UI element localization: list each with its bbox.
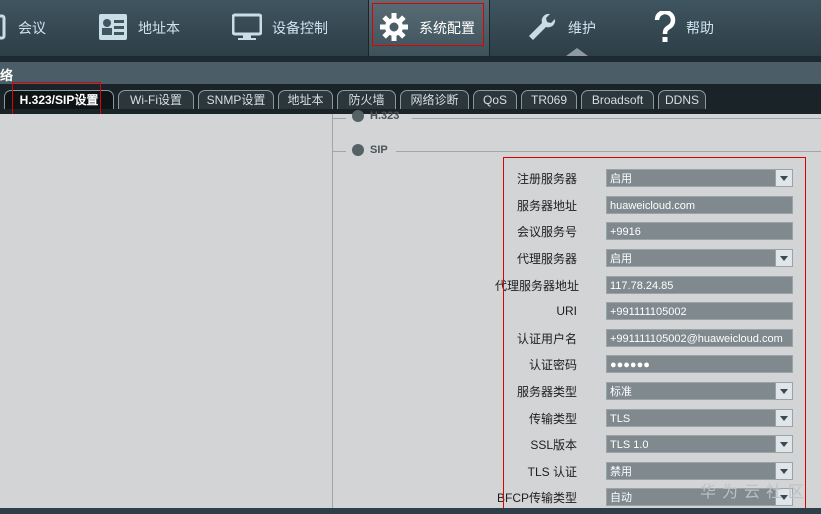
meeting-icon: [0, 14, 8, 43]
wrench-icon: [526, 11, 558, 46]
content-divider: [332, 114, 333, 508]
sip-section-border: [396, 151, 821, 152]
nav-pointer-icon: [566, 48, 588, 56]
highlight-frame-nav: [372, 3, 484, 46]
nav-help[interactable]: 帮助: [654, 0, 734, 56]
nav-label: 会议: [18, 20, 46, 36]
sip-section-legend[interactable]: SIP: [352, 144, 388, 156]
bottom-bar: [0, 508, 821, 514]
sip-section-border: [332, 151, 346, 152]
tab-label: DDNS: [664, 93, 699, 107]
tab-tr069[interactable]: TR069: [521, 90, 577, 109]
tab-address-book[interactable]: 地址本: [278, 90, 333, 109]
help-icon: [654, 9, 676, 46]
tab-label: Wi-Fi设置: [130, 93, 182, 107]
tab-broadsoft[interactable]: Broadsoft: [581, 90, 654, 109]
highlight-frame-form: [503, 157, 806, 510]
tab-label: SNMP设置: [206, 93, 266, 107]
nav-device-control[interactable]: 设备控制: [231, 0, 352, 56]
h323-section-border: [412, 118, 821, 119]
watermark: 华为云社区: [700, 484, 811, 501]
monitor-icon: [231, 13, 263, 44]
tab-label: 地址本: [287, 93, 324, 107]
tab-label: Broadsoft: [591, 93, 644, 107]
nav-address-book[interactable]: 地址本: [98, 0, 208, 56]
h323-section-legend[interactable]: H.323: [352, 110, 399, 122]
address-book-icon: [98, 13, 128, 44]
tab-label: 防火墙: [348, 93, 385, 107]
nav-label: 设备控制: [272, 20, 328, 36]
h323-section-border: [332, 118, 346, 119]
nav-label: 维护: [568, 20, 596, 36]
nav-meeting[interactable]: 会议: [0, 0, 64, 56]
nav-label: 地址本: [138, 20, 180, 36]
h323-legend-label: H.323: [370, 110, 400, 122]
tab-label: 网络诊断: [410, 93, 459, 107]
settings-tab-strip: H.323/SIP设置 Wi-Fi设置 SNMP设置 地址本 防火墙 网络诊断 …: [0, 84, 821, 114]
nav-label: 帮助: [686, 20, 714, 36]
tab-qos[interactable]: QoS: [473, 90, 517, 109]
sip-legend-label: SIP: [370, 144, 388, 156]
collapse-icon: [352, 110, 364, 122]
tab-label: QoS: [482, 93, 507, 107]
tab-firewall[interactable]: 防火墙: [337, 90, 396, 109]
sub-header-bar: 络: [0, 62, 821, 84]
tab-network-diagnosis[interactable]: 网络诊断: [400, 90, 469, 109]
tab-snmp[interactable]: SNMP设置: [198, 90, 274, 109]
tab-wifi[interactable]: Wi-Fi设置: [118, 90, 194, 109]
expand-icon: [352, 144, 364, 156]
tab-label: TR069: [530, 93, 568, 107]
tab-ddns[interactable]: DDNS: [658, 90, 706, 109]
